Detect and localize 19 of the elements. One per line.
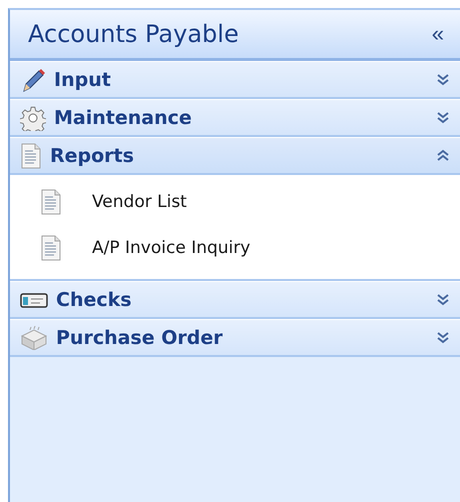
group-header[interactable]: Input (10, 61, 460, 99)
group-header[interactable]: Maintenance (10, 99, 460, 137)
expand-chevron-icon[interactable] (436, 110, 450, 125)
panel-title: Accounts Payable (28, 20, 239, 48)
nav-link[interactable]: Vendor List (92, 192, 187, 212)
collapse-button[interactable]: « (428, 21, 448, 47)
group-header[interactable]: Checks (10, 281, 460, 319)
box-icon (20, 326, 48, 350)
document-icon (40, 235, 62, 261)
nav-link[interactable]: A/P Invoice Inquiry (92, 238, 250, 258)
group-header[interactable]: Reports (10, 137, 460, 175)
expand-chevron-icon[interactable] (436, 330, 450, 345)
expand-chevron-icon[interactable] (436, 292, 450, 307)
document-icon (40, 189, 62, 215)
collapse-chevron-icon[interactable] (436, 148, 450, 163)
gear-icon (20, 104, 46, 130)
document-icon (20, 142, 42, 168)
expand-chevron-icon[interactable] (436, 72, 450, 87)
group-header[interactable]: Purchase Order (10, 319, 460, 357)
